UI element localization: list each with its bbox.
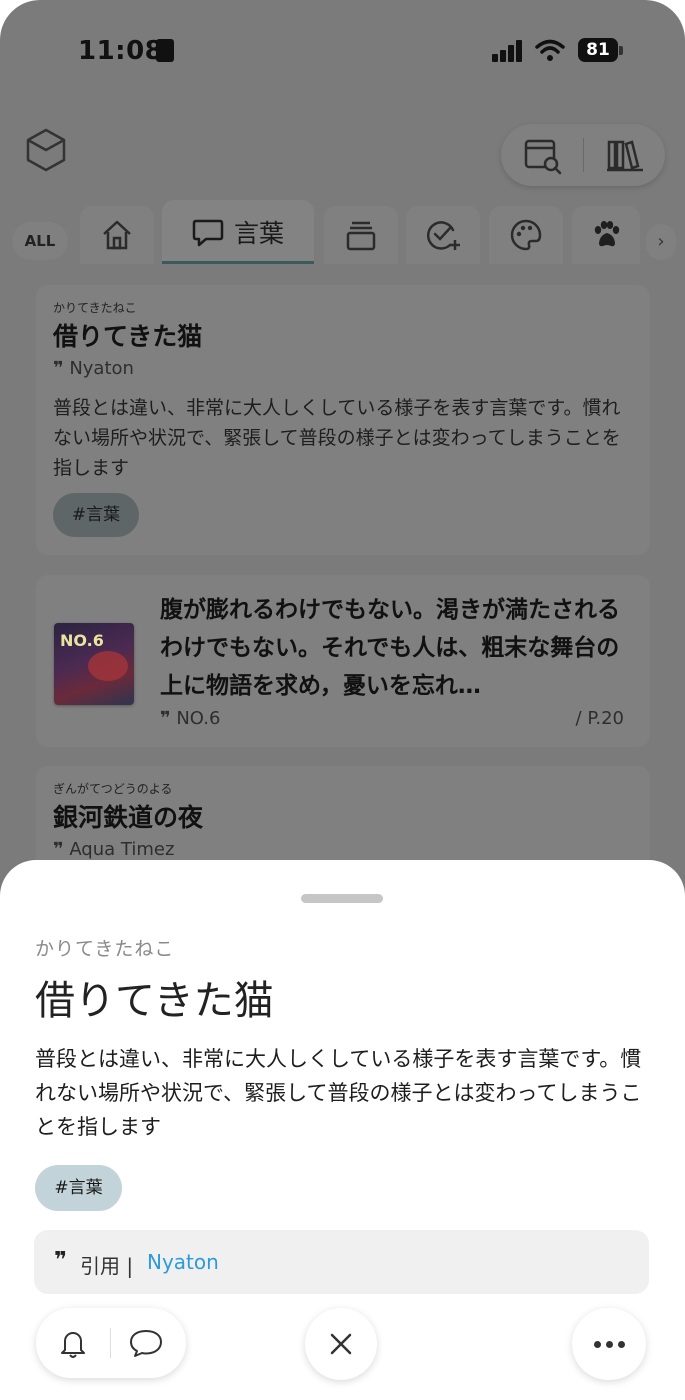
tab-collections[interactable] <box>324 206 398 264</box>
comment-icon[interactable] <box>128 1326 164 1360</box>
quote-card[interactable]: NO.6 腹が膨れるわけでもない。渇きが満たされるわけでもない。それでも人は、粗… <box>36 575 650 747</box>
sheet-title: 借りてきた猫 <box>35 978 274 1024</box>
citation-label: 引用 | <box>80 1254 134 1278</box>
citation-link[interactable]: Nyaton <box>147 1250 219 1274</box>
status-bar: 11:08 81 <box>0 30 685 74</box>
palette-icon <box>510 219 542 251</box>
tab-add-check[interactable] <box>406 206 480 264</box>
detail-bottom-sheet: かりてきたねこ 借りてきた猫 普段とは違い、非常に大人しくしている様子を表す言葉… <box>0 860 685 1400</box>
book-icon <box>156 39 174 62</box>
card-author: ❞ Nyaton <box>53 358 134 379</box>
sheet-body: 普段とは違い、非常に大人しくしている様子を表す言葉です。慣れない場所や状況で、緊… <box>35 1047 642 1139</box>
card-author-name: Aqua Timez <box>69 839 175 860</box>
speech-bubble-icon <box>192 219 224 247</box>
tab-all[interactable]: ALL <box>12 222 68 260</box>
actions-divider <box>583 138 584 172</box>
book-cover-title: NO.6 <box>60 631 104 650</box>
card-title: 銀河鉄道の夜 <box>53 803 204 832</box>
tab-pets[interactable] <box>572 206 640 264</box>
sheet-ruby: かりてきたねこ <box>35 938 175 960</box>
card-source-name: NO.6 <box>176 708 221 729</box>
stack-icon <box>346 221 376 251</box>
more-dot <box>618 1341 625 1348</box>
card-source: ❞ NO.6 <box>160 708 220 729</box>
card-author: ❞ Aqua Timez <box>53 839 174 860</box>
bell-icon[interactable] <box>56 1326 90 1360</box>
battery-indicator: 81 <box>578 38 618 62</box>
more-dot <box>594 1341 601 1348</box>
card-page: / P.20 <box>575 708 624 729</box>
paw-icon <box>594 221 620 247</box>
tab-art[interactable] <box>489 206 563 264</box>
word-card[interactable]: かりてきたねこ 借りてきた猫 ❞ Nyaton 普段とは違い、非常に大人しくして… <box>36 285 650 555</box>
close-button[interactable] <box>305 1308 377 1380</box>
battery-tip <box>619 46 623 55</box>
card-body: 普段とは違い、非常に大人しくしている様子を表す言葉です。慣れない場所や状況で、緊… <box>53 397 621 479</box>
background-app: 11:08 81 ALL 言葉 › かりてきたねこ 借りてきた猫 ❞ Nyato… <box>0 0 685 900</box>
close-icon <box>330 1333 352 1355</box>
app-logo-icon[interactable] <box>22 126 70 174</box>
library-icon[interactable] <box>605 136 645 176</box>
signal-icon <box>492 40 524 62</box>
wifi-icon <box>535 39 565 61</box>
quote-icon: ❞ <box>54 1248 67 1273</box>
tab-words-label: 言葉 <box>234 219 285 248</box>
card-quote: 腹が膨れるわけでもない。渇きが満たされるわけでもない。それでも人は、粗末な舞台の… <box>160 597 620 699</box>
sheet-tag[interactable]: #言葉 <box>35 1165 122 1211</box>
action-pill <box>36 1308 186 1378</box>
quote-icon: ❞ <box>160 708 171 729</box>
tab-words[interactable]: 言葉 <box>162 200 314 264</box>
pill-divider <box>110 1328 111 1358</box>
quote-icon: ❞ <box>53 358 64 379</box>
card-author-name: Nyaton <box>69 358 134 379</box>
card-title: 借りてきた猫 <box>53 322 203 351</box>
quote-icon: ❞ <box>53 839 64 860</box>
sheet-drag-handle[interactable] <box>301 894 383 903</box>
card-ruby: ぎんがてつどうのよる <box>53 782 173 796</box>
more-options-button[interactable] <box>572 1308 646 1380</box>
search-window-icon[interactable] <box>523 136 563 176</box>
home-icon <box>103 220 131 250</box>
card-tag[interactable]: #言葉 <box>53 493 139 537</box>
chevron-right-icon[interactable]: › <box>646 224 676 260</box>
check-plus-icon <box>426 221 460 250</box>
book-cover-art <box>88 651 128 681</box>
card-ruby: かりてきたねこ <box>53 301 137 315</box>
more-dot <box>606 1341 613 1348</box>
category-tabs: ALL 言葉 › <box>0 200 685 270</box>
status-time: 11:08 <box>78 36 164 66</box>
citation-box: ❞ 引用 | Nyaton <box>34 1230 649 1294</box>
top-actions <box>501 124 665 186</box>
tab-home[interactable] <box>80 206 154 264</box>
book-cover: NO.6 <box>54 623 134 705</box>
